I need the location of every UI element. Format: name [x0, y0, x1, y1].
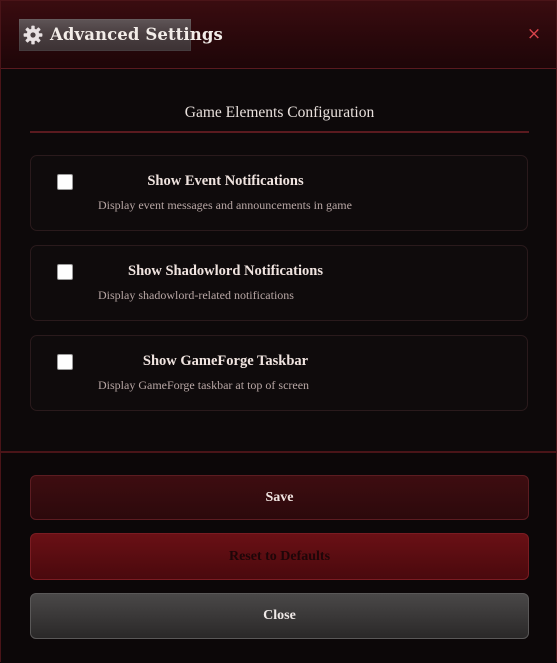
section-title: Game Elements Configuration — [184, 104, 375, 121]
dialog-title: Advanced Settings — [50, 25, 223, 44]
close-icon[interactable]: × — [523, 21, 545, 47]
gear-icon — [23, 25, 43, 45]
section-divider — [30, 131, 529, 133]
close-button[interactable]: Close — [30, 593, 529, 639]
option-label: Show GameForge Taskbar — [142, 353, 309, 369]
dialog-footer: Save Reset to Defaults Close — [1, 451, 556, 663]
option-description: Display GameForge taskbar at top of scre… — [98, 378, 310, 392]
dialog-header: Advanced Settings × — [1, 1, 556, 69]
option-label: Show Shadowlord Notifications — [128, 263, 323, 279]
option-event-notifications: Show Event Notifications Display event m… — [30, 155, 528, 231]
title-bar: Advanced Settings — [19, 19, 223, 51]
option-gameforge-taskbar: Show GameForge Taskbar Display GameForge… — [30, 335, 528, 411]
option-description: Display event messages and announcements… — [98, 198, 352, 212]
dialog-body: Game Elements Configuration Show Event N… — [1, 69, 556, 451]
option-label: Show Event Notifications — [147, 173, 304, 189]
reset-defaults-button[interactable]: Reset to Defaults — [30, 533, 529, 580]
save-button[interactable]: Save — [30, 475, 529, 520]
option-shadowlord-notifications: Show Shadowlord Notifications Display sh… — [30, 245, 528, 321]
advanced-settings-dialog: Advanced Settings × Game Elements Config… — [0, 0, 557, 663]
option-description: Display shadowlord-related notifications — [98, 288, 294, 302]
